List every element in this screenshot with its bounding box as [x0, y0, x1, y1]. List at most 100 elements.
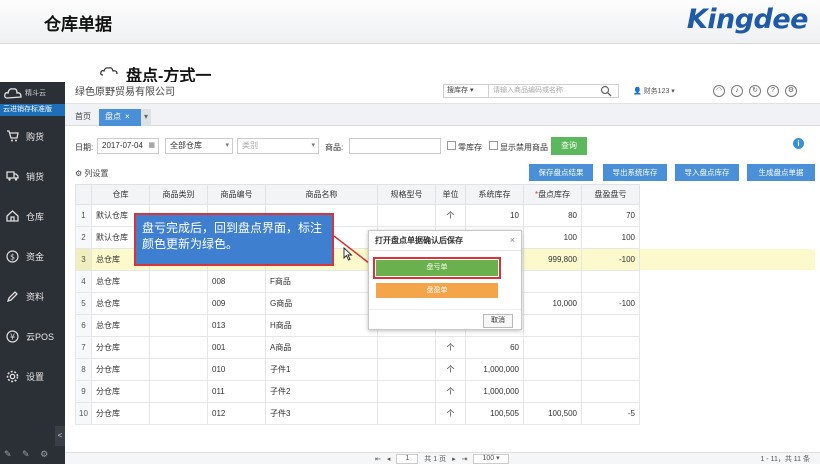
table-cell[interactable]: 001: [207, 336, 266, 359]
table-cell[interactable]: 1,000,000: [465, 358, 524, 381]
table-cell[interactable]: [523, 336, 582, 359]
table-cell[interactable]: [523, 270, 582, 293]
loss-document-button[interactable]: 盘亏单: [373, 257, 501, 279]
table-cell[interactable]: 个: [435, 336, 466, 359]
table-cell[interactable]: [581, 270, 640, 293]
table-cell[interactable]: F商品: [265, 270, 378, 293]
headset-icon[interactable]: ◠: [713, 85, 725, 97]
table-cell[interactable]: [377, 358, 436, 381]
sidebar-item-funds[interactable]: $ 资金: [0, 236, 65, 276]
sidebar-item-warehouse[interactable]: 仓库: [0, 196, 65, 236]
table-cell[interactable]: 009: [207, 292, 266, 315]
tab-stocktake[interactable]: 盘点 ×: [99, 109, 141, 126]
column-header[interactable]: 单位: [435, 184, 466, 205]
table-cell[interactable]: [523, 314, 582, 337]
column-header[interactable]: 盘盈盘亏: [581, 184, 640, 205]
last-page-icon[interactable]: ⇥: [462, 455, 468, 463]
column-header[interactable]: 仓库: [91, 184, 150, 205]
table-cell[interactable]: 100: [523, 226, 582, 249]
table-cell[interactable]: 个: [435, 204, 466, 227]
tab-close-icon[interactable]: ×: [125, 112, 130, 121]
search-type-select[interactable]: 搜库存 ▾: [443, 84, 489, 98]
info-icon[interactable]: i: [793, 138, 804, 149]
table-cell[interactable]: 100,500: [523, 402, 582, 425]
table-cell[interactable]: 011: [207, 380, 266, 403]
table-cell[interactable]: 10: [465, 204, 524, 227]
table-cell[interactable]: 个: [435, 380, 466, 403]
import-stocktake-button[interactable]: 导入盘点库存: [675, 164, 739, 181]
cancel-button[interactable]: 取消: [483, 314, 513, 328]
sidebar-item-data[interactable]: 资料: [0, 276, 65, 316]
first-page-icon[interactable]: ⇤: [375, 455, 381, 463]
table-cell[interactable]: 999,800: [523, 248, 582, 271]
table-cell[interactable]: 013: [207, 314, 266, 337]
table-cell[interactable]: A商品: [265, 336, 378, 359]
settings-icon[interactable]: ⚙: [785, 85, 797, 97]
table-cell[interactable]: [377, 204, 436, 227]
sidebar-item-settings[interactable]: 设置: [0, 356, 65, 396]
column-header[interactable]: *盘点库存: [523, 184, 582, 205]
product-input[interactable]: [349, 138, 441, 154]
tab-more-button[interactable]: ▾: [141, 109, 151, 126]
table-cell[interactable]: [581, 336, 640, 359]
table-cell[interactable]: [149, 358, 208, 381]
table-cell[interactable]: 总仓库: [91, 292, 150, 315]
table-cell[interactable]: [149, 270, 208, 293]
help-icon[interactable]: ?: [767, 85, 779, 97]
column-header[interactable]: 商品类别: [149, 184, 208, 205]
search-icon[interactable]: [600, 85, 612, 97]
table-cell[interactable]: H商品: [265, 314, 378, 337]
table-cell[interactable]: [523, 358, 582, 381]
close-icon[interactable]: ×: [510, 235, 515, 245]
table-cell[interactable]: -5: [581, 402, 640, 425]
table-cell[interactable]: 100,505: [465, 402, 524, 425]
sidebar-item-pos[interactable]: ¥ 云POS: [0, 316, 65, 356]
table-cell[interactable]: 1,000,000: [465, 380, 524, 403]
table-row[interactable]: 10 分仓库 012 子件3 个 100,505 100,500 -5: [75, 402, 816, 425]
table-cell[interactable]: 子件1: [265, 358, 378, 381]
table-cell[interactable]: [523, 380, 582, 403]
table-cell[interactable]: 60: [465, 336, 524, 359]
table-cell[interactable]: [581, 358, 640, 381]
column-header[interactable]: 规格型号: [377, 184, 436, 205]
table-row[interactable]: 8 分仓库 010 子件1 个 1,000,000: [75, 358, 816, 381]
refresh-icon[interactable]: ↻: [749, 85, 761, 97]
date-field[interactable]: 2017-07-04 ▦: [97, 138, 159, 154]
table-cell[interactable]: 100: [581, 226, 640, 249]
sidebar-item-sales[interactable]: 销货: [0, 156, 65, 196]
next-page-icon[interactable]: ▸: [452, 455, 456, 463]
table-cell[interactable]: 70: [581, 204, 640, 227]
zero-stock-checkbox[interactable]: [447, 141, 456, 150]
sidebar-item-purchase[interactable]: 购货: [0, 116, 65, 156]
table-cell[interactable]: 80: [523, 204, 582, 227]
tab-home[interactable]: 首页: [69, 109, 97, 126]
column-settings-button[interactable]: ⚙ 列设置: [75, 168, 108, 179]
table-cell[interactable]: [149, 380, 208, 403]
table-cell[interactable]: 总仓库: [91, 270, 150, 293]
export-stock-button[interactable]: 导出系统库存: [603, 164, 667, 181]
table-cell[interactable]: [149, 292, 208, 315]
table-cell[interactable]: -100: [581, 292, 640, 315]
table-cell[interactable]: 012: [207, 402, 266, 425]
table-cell[interactable]: [377, 380, 436, 403]
user-menu[interactable]: 👤 财务123 ▾: [633, 86, 675, 96]
table-cell[interactable]: G商品: [265, 292, 378, 315]
prev-page-icon[interactable]: ◂: [387, 455, 391, 463]
gain-document-button[interactable]: 盘盈单: [376, 283, 498, 298]
column-header[interactable]: 商品名称: [265, 184, 378, 205]
table-cell[interactable]: [377, 402, 436, 425]
column-header[interactable]: 商品编号: [207, 184, 266, 205]
table-cell[interactable]: [377, 336, 436, 359]
table-cell[interactable]: 分仓库: [91, 336, 150, 359]
show-disabled-checkbox[interactable]: [489, 141, 498, 150]
table-cell[interactable]: 010: [207, 358, 266, 381]
query-button[interactable]: 查询: [551, 137, 587, 155]
table-row[interactable]: 7 分仓库 001 A商品 个 60: [75, 336, 816, 359]
table-cell[interactable]: 008: [207, 270, 266, 293]
table-cell[interactable]: [149, 402, 208, 425]
page-size-select[interactable]: 100 ▾: [473, 454, 509, 464]
table-cell[interactable]: [149, 314, 208, 337]
table-cell[interactable]: 10,000: [523, 292, 582, 315]
sidebar-collapse-button[interactable]: <: [55, 426, 65, 446]
page-input[interactable]: 1: [396, 454, 419, 464]
